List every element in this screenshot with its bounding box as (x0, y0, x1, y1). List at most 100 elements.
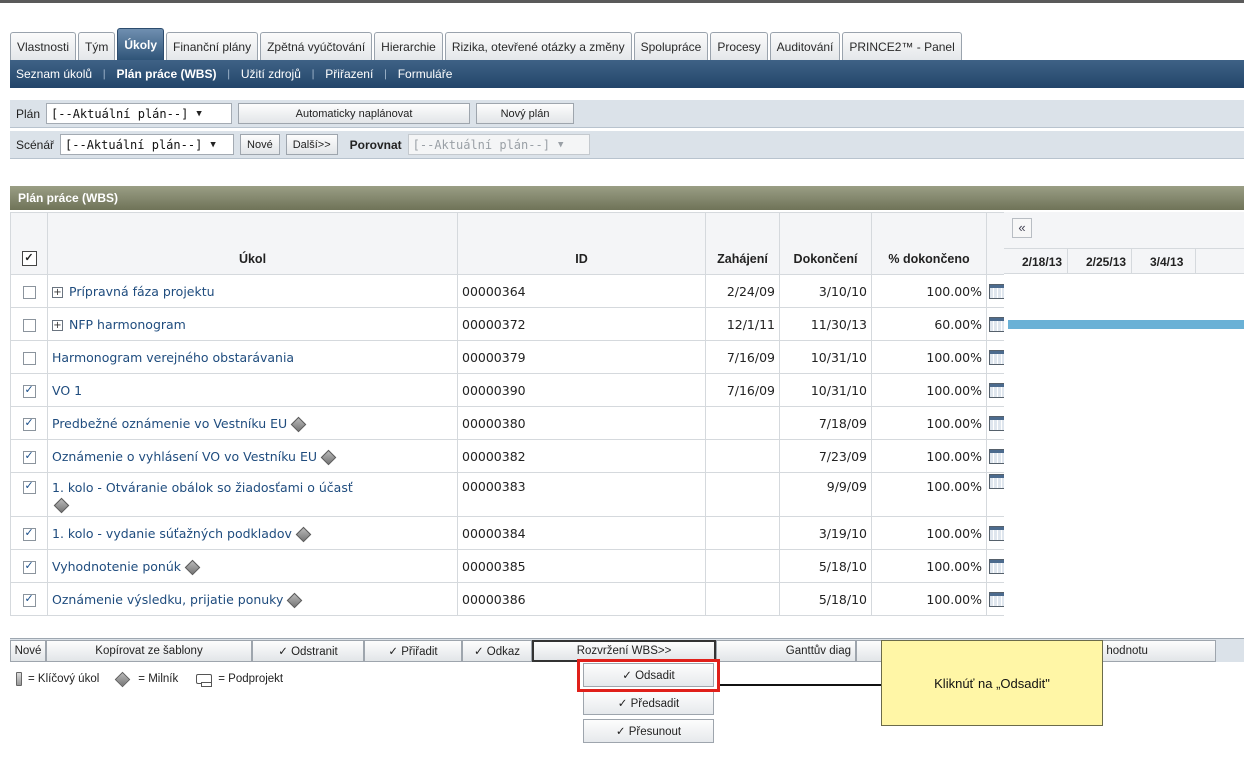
legend: = Klíčový úkol = Milník = Podprojekt (16, 671, 283, 687)
task-id-cell: 00000379 (457, 340, 706, 374)
gantt-date: 2/25/13 (1068, 249, 1132, 274)
column-header-id[interactable]: ID (457, 212, 706, 275)
plan-select[interactable]: [--Aktuální plán--] ▼ (46, 103, 233, 124)
finish-date-cell: 5/18/10 (779, 582, 872, 616)
percent-complete-cell: 100.00% (871, 549, 987, 583)
select-all-icon: ✓ (21, 251, 37, 266)
finish-date-cell: 3/10/10 (779, 274, 872, 308)
new-plan-button[interactable]: Nový plán (476, 103, 575, 124)
task-name-link[interactable]: VO 1 (52, 383, 82, 398)
row-checkbox[interactable] (22, 416, 36, 431)
subnav-forms[interactable]: Formuláře (398, 67, 453, 81)
row-select-cell (10, 472, 48, 517)
task-name-link[interactable]: 1. kolo - vydanie súťažných podkladov (52, 526, 292, 541)
legend-milestone: = Milník (138, 673, 179, 685)
row-checkbox[interactable] (22, 351, 36, 365)
start-date-cell (705, 472, 780, 517)
start-date-cell (705, 516, 780, 550)
assign-button[interactable]: ✓ Přiřadit (364, 639, 462, 662)
task-name-link[interactable]: 1. kolo - Otváranie obálok so žiadosťami… (52, 480, 353, 495)
row-checkbox[interactable] (22, 559, 36, 574)
task-id-cell: 00000390 (457, 373, 706, 407)
milestone-icon (320, 449, 337, 465)
task-name-cell: Oznámenie o vyhlásení VO vo Vestníku EU (47, 439, 458, 473)
gantt-diagram-button[interactable]: Ganttův diag (716, 639, 856, 662)
double-chevron-left-icon[interactable]: « (1012, 218, 1032, 238)
task-id-cell: 00000384 (457, 516, 706, 550)
task-name-link[interactable]: Harmonogram verejného obstarávania (52, 350, 294, 365)
row-checkbox[interactable] (22, 592, 36, 607)
tab-risks-issues-changes[interactable]: Rizika, otevřené otázky a změny (444, 32, 632, 60)
row-select-cell (10, 582, 48, 616)
chevron-down-icon: ▼ (210, 139, 216, 150)
select-all-header[interactable]: ✓ (10, 212, 48, 275)
tab-team[interactable]: Tým (78, 32, 116, 60)
column-header-finish[interactable]: Dokončení (779, 212, 872, 275)
tab-auditing[interactable]: Auditování (769, 32, 841, 60)
expand-plus-icon[interactable]: + (52, 319, 63, 331)
tab-properties[interactable]: Vlastnosti (10, 32, 77, 60)
row-checkbox[interactable] (22, 449, 36, 464)
link-button[interactable]: ✓ Odkaz (462, 639, 532, 662)
scenario-select[interactable]: [--Aktuální plán--] ▼ (60, 134, 235, 155)
row-checkbox[interactable] (22, 526, 36, 541)
tab-chargebacks[interactable]: Zpětná vyúčtování (260, 32, 373, 60)
tab-collaboration[interactable]: Spolupráce (633, 32, 709, 60)
percent-complete-cell: 100.00% (871, 516, 987, 550)
menu-item-outdent[interactable]: ✓ Předsadit (583, 691, 714, 715)
finish-date-cell: 11/30/13 (779, 307, 872, 341)
task-name-link[interactable]: Oznámenie výsledku, prijatie ponuky (52, 592, 283, 607)
tab-processes[interactable]: Procesy (710, 32, 768, 60)
expand-plus-icon[interactable]: + (52, 286, 63, 298)
scenario-label: Scénář (16, 137, 55, 152)
next-button[interactable]: Další>> (285, 134, 338, 155)
row-checkbox[interactable] (22, 383, 36, 398)
row-checkbox[interactable] (22, 318, 36, 332)
row-checkbox[interactable] (22, 479, 36, 494)
task-name-cell: 1. kolo - Otváranie obálok so žiadosťami… (47, 472, 458, 517)
subnav-resource-usage[interactable]: Užití zdrojů (241, 67, 301, 81)
table-row: Predbežné oznámenie vo Vestníku EU 000003… (10, 406, 1015, 440)
task-name-link[interactable]: Predbežné oznámenie vo Vestníku EU (52, 416, 287, 431)
indent-highlight-box (577, 659, 720, 692)
menu-item-move[interactable]: ✓ Přesunout (583, 719, 714, 743)
copy-from-template-button[interactable]: Kopírovat ze šablony (46, 639, 252, 662)
tab-tasks[interactable]: Úkoly (117, 28, 165, 60)
subnav-assignments[interactable]: Přiřazení (325, 67, 373, 81)
start-date-cell: 7/16/09 (705, 340, 780, 374)
tab-financial-plans[interactable]: Finanční plány (166, 32, 259, 60)
percent-complete-cell: 100.00% (871, 373, 987, 407)
delete-button[interactable]: ✓ Odstranit (252, 639, 364, 662)
task-name-cell: Predbežné oznámenie vo Vestníku EU (47, 406, 458, 440)
start-date-cell: 2/24/09 (705, 274, 780, 308)
task-name-link[interactable]: Vyhodnotenie ponúk (52, 559, 181, 574)
task-name-link[interactable]: NFP harmonogram (69, 317, 186, 332)
row-checkbox[interactable] (22, 285, 36, 299)
plan-toolbar: Plán [--Aktuální plán--] ▼ Automaticky n… (10, 100, 1244, 128)
milestone-icon (295, 526, 312, 542)
panel-title: Plán práce (WBS) (10, 186, 1244, 210)
table-header-row: ✓ Úkol ID Zahájení Dokončení % dokončeno (10, 212, 1015, 275)
start-date-cell: 7/16/09 (705, 373, 780, 407)
new-scenario-button[interactable]: Nové (240, 134, 280, 155)
column-header-task[interactable]: Úkol (47, 212, 458, 275)
new-task-button[interactable]: Nové (10, 639, 46, 662)
task-name-cell: Harmonogram verejného obstarávania (47, 340, 458, 374)
auto-schedule-button[interactable]: Automaticky naplánovat (238, 103, 471, 124)
finish-date-cell: 3/19/10 (779, 516, 872, 550)
column-header-start[interactable]: Zahájení (705, 212, 780, 275)
table-row: 1. kolo - Otváranie obálok so žiadosťami… (10, 472, 1015, 517)
task-name-link[interactable]: Oznámenie o vyhlásení VO vo Vestníku EU (52, 449, 317, 464)
finish-date-cell: 5/18/10 (779, 549, 872, 583)
row-select-cell (10, 439, 48, 473)
sub-navigation: Seznam úkolů ❘ Plán práce (WBS) ❘ Užití … (10, 60, 1244, 88)
subnav-work-plan[interactable]: Plán práce (WBS) (116, 67, 216, 81)
tab-hierarchy[interactable]: Hierarchie (374, 32, 443, 60)
column-header-percent[interactable]: % dokončeno (871, 212, 987, 275)
gantt-bar[interactable] (1008, 320, 1244, 329)
tab-prince2-panel[interactable]: PRINCE2™ - Panel (842, 32, 962, 60)
task-name-link[interactable]: Prípravná fáza projektu (69, 284, 215, 299)
gantt-date-scale: 2/18/13 2/25/13 3/4/13 (1004, 248, 1244, 274)
subnav-task-list[interactable]: Seznam úkolů (16, 67, 92, 81)
table-row: Vyhodnotenie ponúk 00000385 5/18/10100.00% (10, 549, 1015, 583)
